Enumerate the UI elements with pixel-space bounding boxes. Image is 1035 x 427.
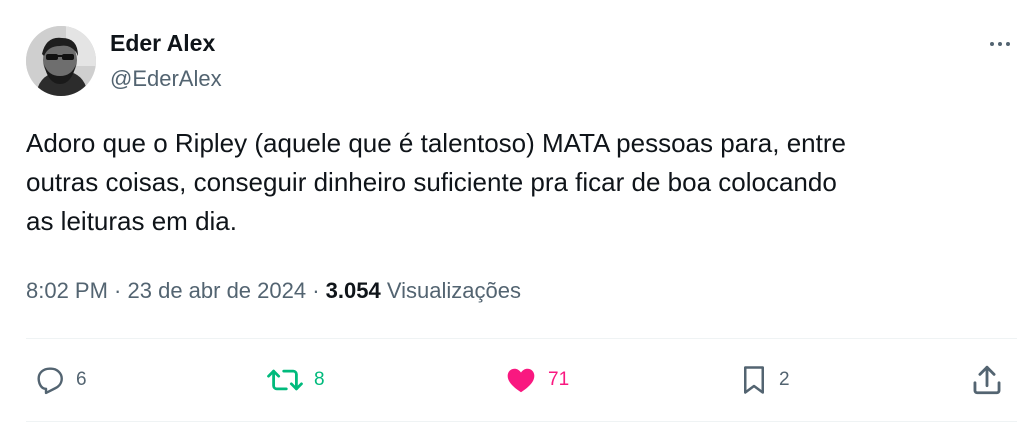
author-handle[interactable]: @EderAlex [110,66,222,92]
retweet-count: 8 [314,369,325,390]
bookmark-icon [744,366,764,394]
meta-separator: · [306,278,326,303]
views-label: Visualizações [386,278,521,303]
retweet-button[interactable]: 8 [266,362,325,398]
like-count: 71 [548,369,570,390]
views-count: 3.054 [325,278,381,303]
tweet-time[interactable]: 8:02 PM [26,278,108,303]
divider [26,338,1017,339]
retweet-arrows-icon [267,369,303,391]
like-button[interactable]: 71 [504,362,569,398]
more-options-button[interactable] [983,30,1017,58]
bookmark-count: 2 [779,369,790,390]
tweet-date[interactable]: 23 de abr de 2024 [128,278,307,303]
share-button[interactable] [970,362,1004,398]
tweet-meta: 8:02 PM · 23 de abr de 2024 · 3.054 Visu… [26,278,521,304]
reply-button[interactable]: 6 [34,362,87,398]
bookmark-button[interactable]: 2 [739,362,790,398]
share-upload-icon [973,365,1001,395]
divider [26,421,1017,422]
tweet-text: Adoro que o Ripley (aquele que é talento… [26,128,846,236]
meta-separator: · [107,278,128,303]
avatar-image [26,26,96,96]
author-display-name[interactable]: Eder Alex [110,30,215,57]
reply-count: 6 [76,369,87,390]
speech-bubble-icon [37,367,63,395]
heart-filled-icon [507,368,535,393]
more-horizontal-icon [990,42,1010,46]
tweet-card: Eder Alex @EderAlex Adoro que o Ripley (… [0,0,1035,427]
avatar[interactable] [26,26,96,96]
